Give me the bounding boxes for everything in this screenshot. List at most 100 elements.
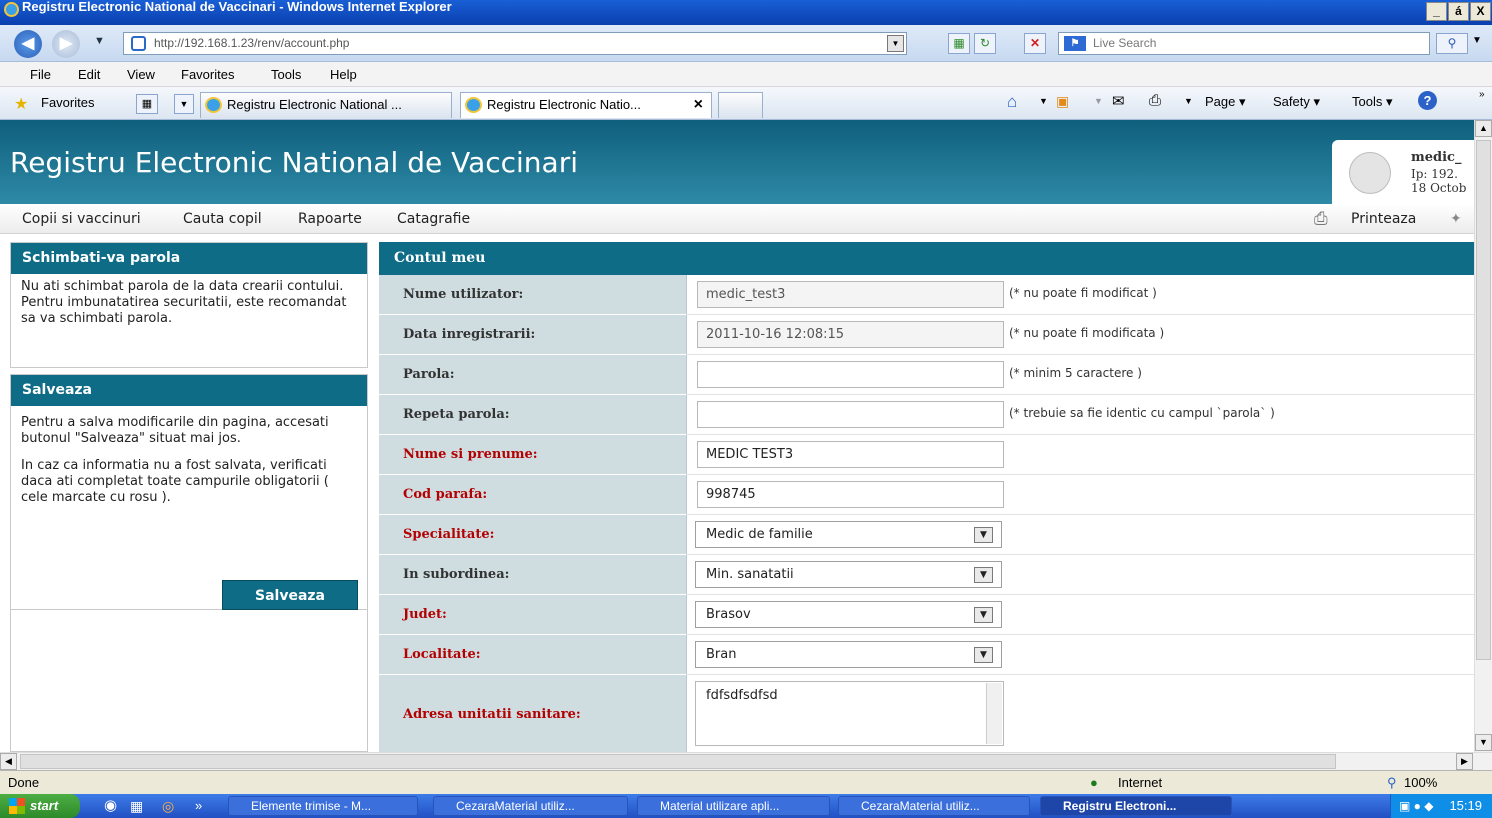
fullname-field[interactable]: MEDIC TEST3 [697, 441, 1004, 468]
new-tab-button[interactable] [718, 92, 763, 118]
history-dropdown-icon[interactable]: ▼ [94, 35, 105, 47]
quicklaunch-overflow-icon[interactable]: » [195, 794, 202, 818]
nav-rapoarte[interactable]: Rapoarte [298, 204, 362, 234]
home-icon[interactable]: ⌂ [1007, 92, 1017, 112]
chevron-down-icon[interactable]: ▼ [974, 567, 993, 583]
scroll-down-icon[interactable]: ▼ [1475, 734, 1492, 751]
nav-cauta-copil[interactable]: Cauta copil [183, 204, 262, 234]
county-select[interactable]: Brasov ▼ [695, 601, 1002, 628]
task-registru-electronic[interactable]: Registru Electroni... [1040, 796, 1232, 816]
save-button[interactable]: Salveaza [222, 580, 358, 610]
feeds-dropdown-icon[interactable]: ▼ [1094, 96, 1103, 106]
start-button[interactable]: start [0, 794, 80, 818]
favorites-button[interactable]: Favorites [41, 95, 94, 110]
vertical-scrollbar[interactable]: ▲ ▼ [1474, 120, 1492, 752]
zoom-icon[interactable]: ⚲ [1387, 771, 1397, 795]
chevron-down-icon[interactable]: ▼ [974, 647, 993, 663]
horizontal-scroll-thumb[interactable] [20, 754, 1336, 769]
horizontal-scrollbar[interactable]: ◀ ▶ [0, 752, 1492, 770]
user-name: medic_ [1411, 150, 1462, 165]
print-link[interactable]: Printeaza [1351, 204, 1416, 234]
subordination-select[interactable]: Min. sanatatii ▼ [695, 561, 1002, 588]
specialty-select[interactable]: Medic de familie ▼ [695, 521, 1002, 548]
search-input[interactable]: ⚑ Live Search [1058, 32, 1430, 55]
forward-button[interactable]: ▶ [52, 30, 80, 58]
stop-icon[interactable]: ✕ [1024, 33, 1046, 54]
row-locality: Localitate: Bran ▼ [379, 635, 1474, 675]
chevron-down-icon[interactable]: ▼ [974, 607, 993, 623]
task-cezara-material-1[interactable]: CezaraMaterial utiliz... [433, 796, 628, 816]
task-material-utilizare[interactable]: Material utilizare apli... [637, 796, 830, 816]
feeds-icon[interactable]: ▣ [1056, 93, 1069, 110]
password-note: (* minim 5 caractere ) [1009, 366, 1142, 380]
tab-list-dropdown-icon[interactable]: ▼ [174, 94, 194, 114]
regdate-label: Data inregistrarii: [379, 315, 687, 355]
address-input[interactable]: http://192.168.1.23/renv/account.php ▼ [123, 32, 907, 55]
compatibility-icon[interactable]: ▦ [948, 33, 970, 54]
nav-copii-si-vaccinuri[interactable]: Copii si vaccinuri [22, 204, 141, 234]
code-field[interactable]: 998745 [697, 481, 1004, 508]
tab-registru-2[interactable]: Registru Electronic Natio... × [460, 92, 712, 118]
back-button[interactable]: ◀ [14, 30, 42, 58]
safety-menu[interactable]: Safety ▾ [1273, 94, 1320, 110]
tab-registru-1[interactable]: Registru Electronic National ... [200, 92, 452, 118]
page-icon [131, 36, 146, 51]
quick-tabs-icon[interactable]: ▦ [136, 94, 158, 114]
save-panel-text: Pentru a salva modificarile din pagina, … [21, 415, 329, 446]
row-regdate: Data inregistrarii: 2011-10-16 12:08:15 … [379, 315, 1474, 355]
quicklaunch-desktop-icon[interactable]: ▦ [130, 794, 143, 818]
menu-favorites[interactable]: Favorites [181, 62, 234, 87]
scroll-right-icon[interactable]: ▶ [1456, 753, 1473, 770]
ie-page-icon [465, 97, 482, 113]
nav-catagrafie[interactable]: Catagrafie [397, 204, 470, 234]
regdate-field[interactable]: 2011-10-16 12:08:15 [697, 321, 1004, 348]
address-textarea[interactable]: fdfsdfsdfsd [695, 681, 1004, 746]
toolbar-overflow-icon[interactable]: » [1479, 89, 1485, 100]
tab-close-icon[interactable]: × [694, 93, 703, 117]
task-cezara-material-2[interactable]: CezaraMaterial utiliz... [838, 796, 1030, 816]
user-ip: Ip: 192. [1411, 167, 1458, 181]
tools-icon[interactable]: ✦ [1450, 204, 1462, 234]
help-icon[interactable]: ? [1418, 91, 1437, 110]
menu-help[interactable]: Help [330, 62, 357, 87]
address-dropdown-icon[interactable]: ▼ [887, 35, 904, 52]
close-window-button[interactable]: X [1470, 2, 1491, 21]
chevron-down-icon[interactable]: ▼ [974, 527, 993, 543]
search-options-icon[interactable]: ▼ [1472, 35, 1482, 46]
printer-icon[interactable]: ⎙ [1314, 204, 1328, 234]
quicklaunch-outlook-icon[interactable]: ◎ [162, 794, 174, 818]
search-button[interactable]: ⚲ [1436, 33, 1468, 54]
scroll-up-icon[interactable]: ▲ [1475, 120, 1492, 137]
code-label: Cod parafa: [379, 475, 687, 515]
task-elemente-trimise[interactable]: Elemente trimise - M... [228, 796, 418, 816]
maximize-button[interactable]: á [1448, 2, 1469, 21]
password-repeat-field[interactable] [697, 401, 1004, 428]
vertical-scroll-thumb[interactable] [1476, 140, 1491, 660]
subordination-label: In subordinea: [379, 555, 687, 595]
print-dropdown-icon[interactable]: ▼ [1184, 96, 1193, 106]
print-icon[interactable]: ⎙ [1149, 92, 1161, 109]
menu-edit[interactable]: Edit [78, 62, 100, 87]
page-menu[interactable]: Page ▾ [1205, 94, 1246, 110]
menu-file[interactable]: File [30, 62, 51, 87]
minimize-button[interactable]: _ [1426, 2, 1447, 21]
locality-select[interactable]: Bran ▼ [695, 641, 1002, 668]
username-field[interactable]: medic_test3 [697, 281, 1004, 308]
zoom-level[interactable]: 100% [1404, 771, 1437, 795]
menu-tools[interactable]: Tools [271, 62, 301, 87]
textarea-scrollbar[interactable] [986, 683, 1002, 744]
tab-label: Registru Electronic Natio... [487, 97, 641, 112]
scroll-left-icon[interactable]: ◀ [0, 753, 17, 770]
mail-icon[interactable]: ✉ [1112, 92, 1125, 110]
start-label: start [30, 798, 59, 813]
tray-icons[interactable]: ▣ ● ◆ [1399, 794, 1433, 818]
internet-zone-icon: ● [1090, 775, 1098, 790]
menu-view[interactable]: View [127, 62, 155, 87]
tools-menu[interactable]: Tools ▾ [1352, 94, 1393, 110]
home-dropdown-icon[interactable]: ▼ [1039, 96, 1048, 106]
regdate-note: (* nu poate fi modificata ) [1009, 326, 1165, 340]
system-tray: ▣ ● ◆ 15:19 [1390, 794, 1492, 818]
quicklaunch-ie-icon[interactable]: ◉ [104, 794, 117, 818]
refresh-icon[interactable]: ↻ [974, 33, 996, 54]
password-field[interactable] [697, 361, 1004, 388]
